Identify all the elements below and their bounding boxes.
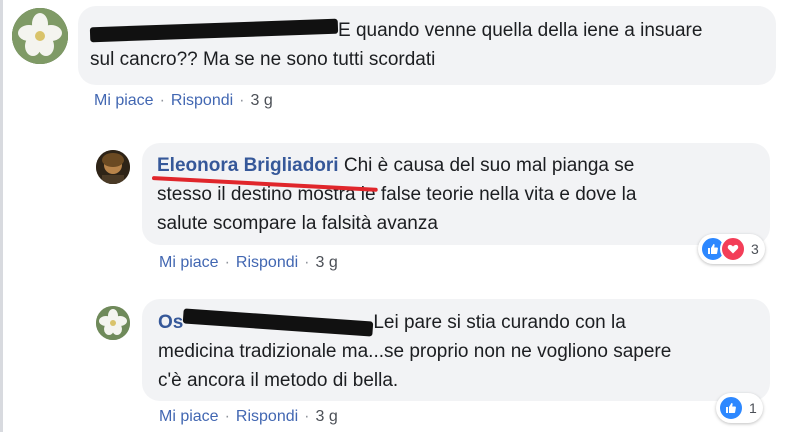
timestamp[interactable]: 3 g bbox=[316, 408, 338, 425]
like-reaction-icon bbox=[718, 395, 744, 421]
timestamp[interactable]: 3 g bbox=[251, 92, 273, 109]
separator-dot: · bbox=[224, 408, 230, 425]
separator-dot: · bbox=[239, 92, 245, 109]
author-name[interactable]: Os bbox=[158, 312, 183, 333]
like-link[interactable]: Mi piace bbox=[94, 92, 154, 109]
redacted-author-name bbox=[89, 19, 339, 43]
separator-dot: · bbox=[304, 254, 310, 271]
avatar[interactable] bbox=[96, 150, 130, 184]
comment-text: c'è ancora il metodo di bella. bbox=[158, 370, 399, 391]
avatar[interactable] bbox=[96, 306, 130, 340]
separator-dot: · bbox=[159, 92, 165, 109]
reaction-count: 3 bbox=[751, 241, 759, 257]
reaction-summary[interactable]: 3 bbox=[698, 234, 765, 264]
redacted-author-name bbox=[183, 308, 374, 338]
timestamp[interactable]: 3 g bbox=[316, 254, 338, 271]
author-name[interactable]: Eleonora Brigliadori bbox=[157, 155, 339, 176]
thread-connector-line bbox=[0, 0, 3, 432]
reply-link[interactable]: Rispondi bbox=[171, 92, 233, 109]
reply-link[interactable]: Rispondi bbox=[236, 254, 298, 271]
separator-dot: · bbox=[304, 408, 310, 425]
comment-bubble: Os Lei pare si stia curando con la medici… bbox=[142, 299, 770, 401]
like-link[interactable]: Mi piace bbox=[159, 408, 219, 425]
comment-text: medicina tradizionale ma...se proprio no… bbox=[158, 341, 672, 362]
reaction-count: 1 bbox=[749, 400, 757, 416]
separator-dot: · bbox=[224, 254, 230, 271]
flower-avatar-icon bbox=[96, 306, 130, 340]
comment-actions: Mi piace · Rispondi · 3 g bbox=[94, 92, 273, 110]
comment-bubble: E quando venne quella della iene a insua… bbox=[78, 6, 776, 85]
comment-actions: Mi piace · Rispondi · 3 g bbox=[159, 408, 338, 426]
comment-bubble: Eleonora Brigliadori Chi è causa del suo… bbox=[142, 143, 770, 245]
avatar[interactable] bbox=[12, 8, 68, 64]
person-avatar-icon bbox=[96, 150, 130, 184]
reaction-summary[interactable]: 1 bbox=[716, 393, 763, 423]
reply-link[interactable]: Rispondi bbox=[236, 408, 298, 425]
comment-text: sul cancro?? Ma se ne sono tutti scordat… bbox=[90, 49, 436, 70]
like-link[interactable]: Mi piace bbox=[159, 254, 219, 271]
love-reaction-icon bbox=[720, 236, 746, 262]
comment-actions: Mi piace · Rispondi · 3 g bbox=[159, 254, 338, 272]
comment-text: salute scompare la falsità avanza bbox=[157, 213, 438, 234]
comment-text: Lei pare si stia curando con la bbox=[373, 312, 626, 333]
comment-text: E quando venne quella della iene a insua… bbox=[338, 20, 703, 41]
flower-avatar-icon bbox=[12, 8, 68, 64]
comment-text: Chi è causa del suo mal pianga se bbox=[343, 155, 635, 176]
